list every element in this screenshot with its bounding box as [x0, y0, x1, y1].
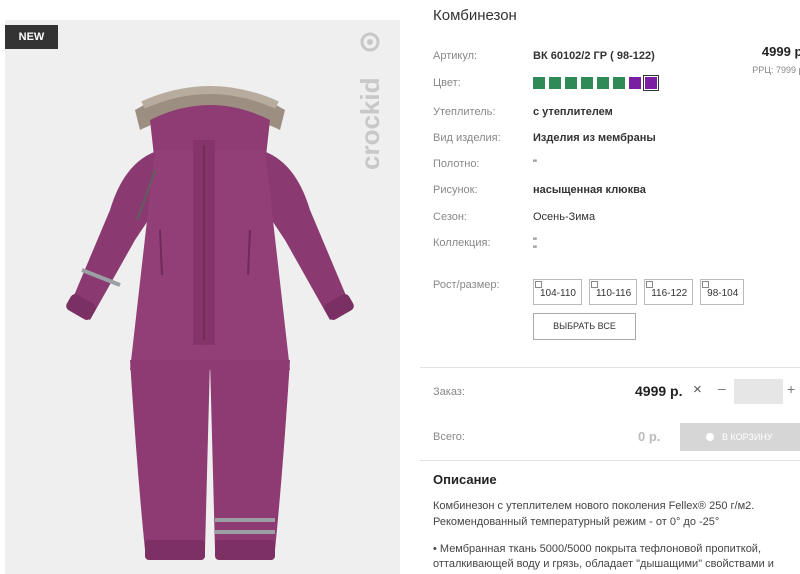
insulation-value: с утеплителем	[533, 106, 613, 118]
color-swatches	[533, 75, 659, 91]
collection-label: Коллекция:	[433, 237, 491, 249]
size-text: 104-110	[540, 288, 576, 299]
description-line: отталкивающей воду и грязь, обладает "ды…	[433, 558, 774, 570]
color-swatch[interactable]	[549, 77, 561, 89]
season-label: Сезон:	[433, 211, 467, 223]
color-label: Цвет:	[433, 77, 461, 89]
size-options: 104-110 110-116 116-122 98-104	[533, 279, 745, 305]
rrp-price: РРЦ: 7999 р.	[752, 65, 800, 75]
collection-value-2: "	[533, 244, 537, 256]
color-swatch[interactable]	[533, 77, 545, 89]
add-to-cart-button[interactable]: В КОРЗИНУ	[680, 423, 800, 451]
item-type-value: Изделия из мембраны	[533, 132, 656, 144]
description-line: Рекомендованный температурный режим - от…	[433, 516, 720, 528]
size-text: 98-104	[707, 288, 739, 299]
fabric-value: "	[533, 158, 537, 170]
size-option[interactable]: 98-104	[700, 279, 745, 305]
article-value: ВК 60102/2 ГР ( 98-122)	[533, 50, 655, 62]
size-option[interactable]: 110-116	[588, 279, 638, 305]
brand-logo: crockid	[355, 32, 385, 171]
article-label: Артикул:	[433, 50, 478, 62]
price: 4999 р.	[761, 44, 800, 59]
size-label: Рост/размер:	[433, 279, 500, 291]
quantity-input[interactable]	[734, 379, 783, 404]
jumpsuit-image	[66, 86, 354, 560]
color-swatch[interactable]	[597, 77, 609, 89]
pattern-label: Рисунок:	[433, 184, 478, 196]
description-line: • Мембранная ткань 5000/5000 покрыта теф…	[433, 543, 762, 555]
size-text: 110-116	[595, 288, 632, 299]
insulation-label: Утеплитель:	[433, 106, 496, 118]
fabric-label: Полотно:	[433, 158, 480, 170]
color-swatch[interactable]	[613, 77, 625, 89]
order-label: Заказ:	[433, 386, 465, 398]
decrease-button[interactable]: –	[718, 380, 726, 396]
color-swatch[interactable]	[581, 77, 593, 89]
new-badge: NEW	[5, 25, 58, 49]
color-swatch-selected[interactable]	[643, 75, 659, 91]
order-price: 4999 р.	[635, 383, 683, 399]
size-checkbox-icon	[535, 281, 542, 288]
color-swatch[interactable]	[565, 77, 577, 89]
add-to-cart-label: В КОРЗИНУ	[722, 432, 773, 442]
total-label: Всего:	[433, 431, 465, 443]
description-line: Комбинезон с утеплителем нового поколени…	[433, 500, 755, 512]
size-checkbox-icon	[646, 281, 654, 288]
increase-button[interactable]: +	[787, 381, 795, 397]
total-value: 0 р.	[638, 429, 661, 444]
product-photo[interactable]: NEW crockid	[5, 20, 400, 574]
size-checkbox-icon	[590, 281, 598, 288]
remove-icon[interactable]: ×	[693, 381, 702, 398]
color-swatch[interactable]	[629, 77, 641, 89]
size-checkbox-icon	[702, 281, 710, 288]
product-title: Комбинезон	[433, 7, 517, 24]
divider	[420, 367, 800, 368]
svg-text:crockid: crockid	[355, 78, 385, 171]
season-value: Осень-Зима	[533, 211, 596, 223]
size-text: 116-122	[651, 288, 688, 299]
pattern-value: насыщенная клюква	[533, 184, 646, 196]
cart-icon	[706, 433, 714, 441]
select-all-button[interactable]: ВЫБРАТЬ ВСЕ	[533, 313, 636, 340]
description-title: Описание	[433, 472, 497, 487]
size-option[interactable]: 104-110	[533, 279, 582, 305]
item-type-label: Вид изделия:	[433, 132, 501, 144]
divider	[420, 460, 800, 461]
size-option[interactable]: 116-122	[644, 279, 694, 305]
